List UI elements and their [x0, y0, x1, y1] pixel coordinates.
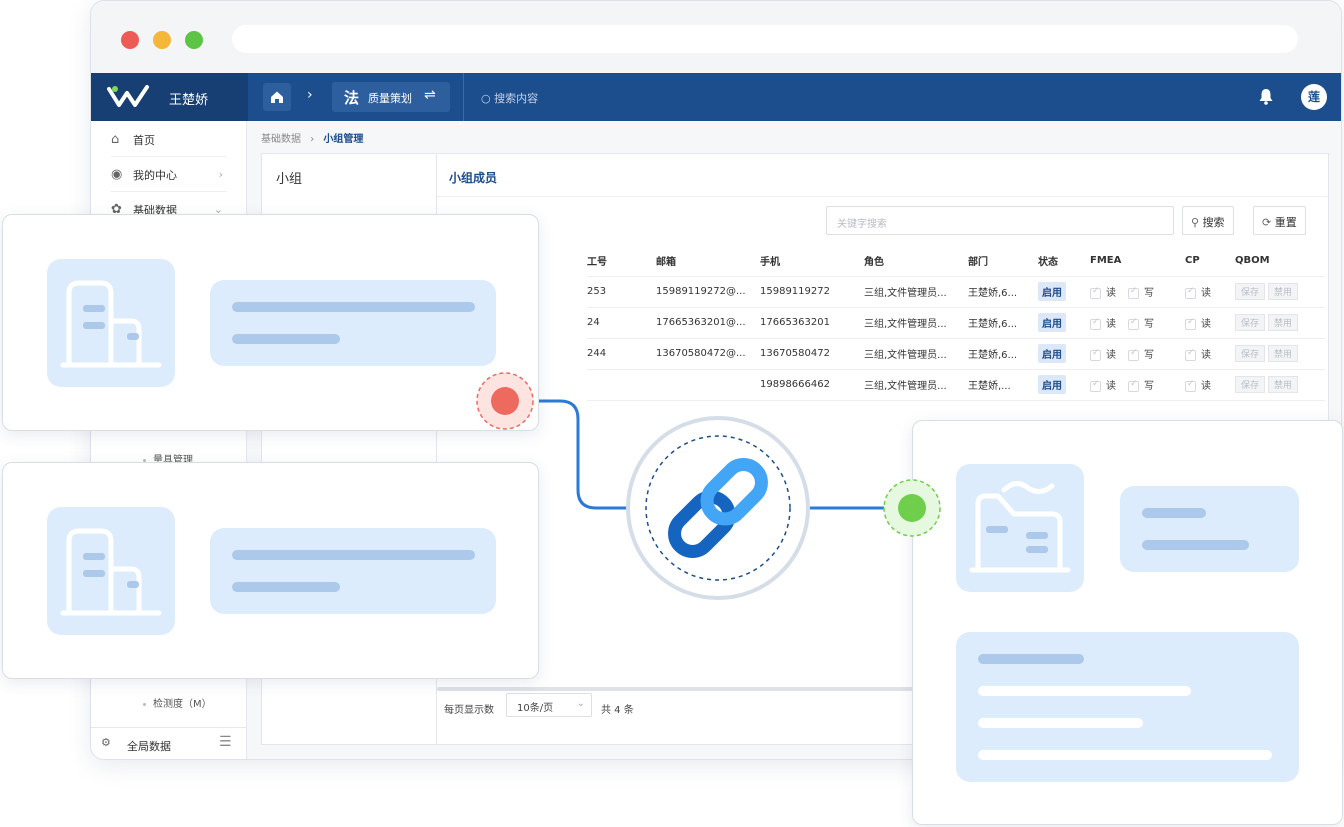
- green-node: [883, 479, 941, 537]
- connection-nodes: [476, 372, 941, 600]
- red-node: [476, 372, 534, 430]
- link-hub: [626, 416, 810, 600]
